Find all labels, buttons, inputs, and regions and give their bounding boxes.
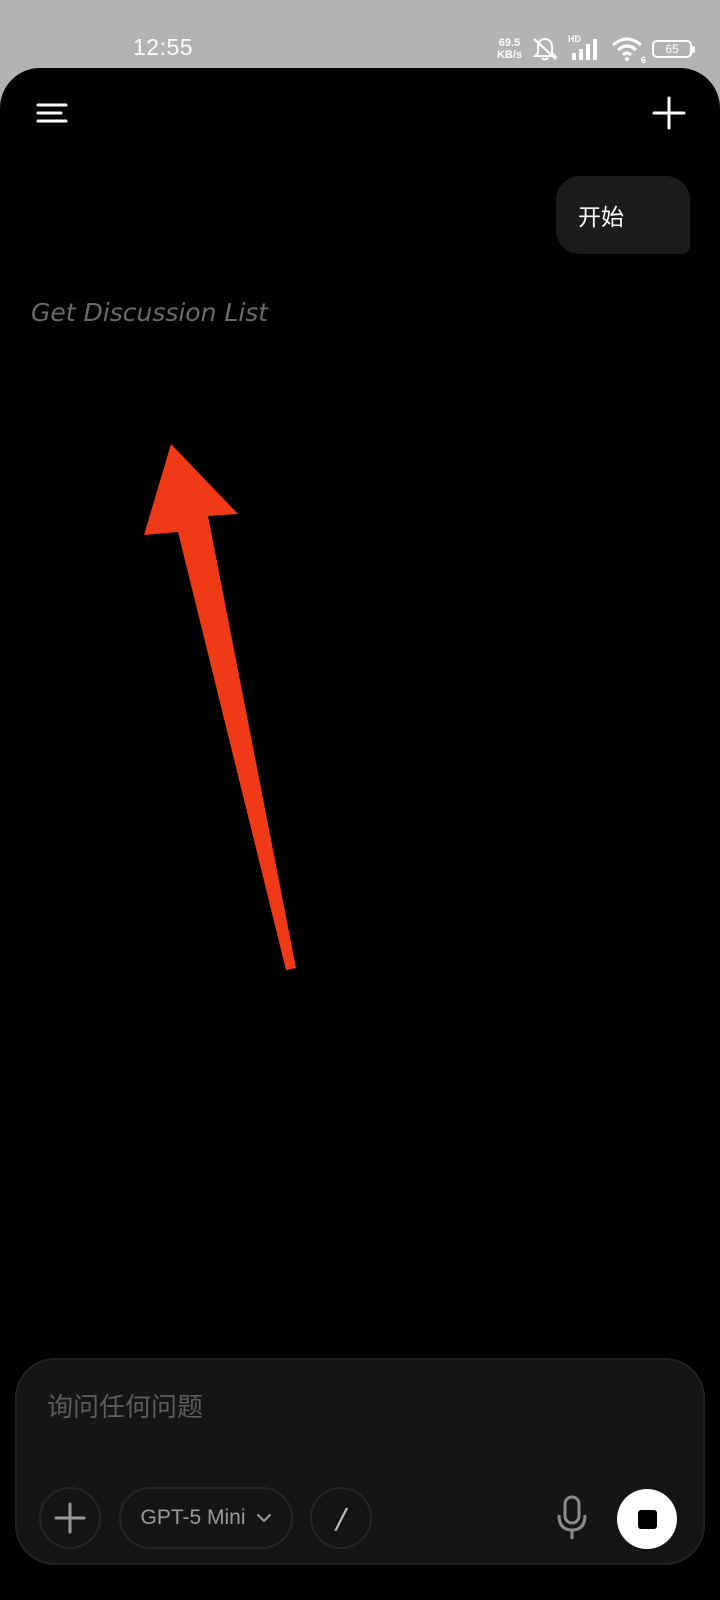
annotation-arrow-shape [144,444,296,970]
new-chat-button[interactable] [650,94,688,132]
microphone-button[interactable] [552,1493,592,1543]
assistant-status-text: Get Discussion List [31,298,269,327]
chat-screen: 开始 Get Discussion List GPT-5 Mini / [0,68,720,1600]
battery-icon: 65 [652,40,695,58]
user-message-bubble: 开始 [556,176,690,254]
attach-plus-icon [54,1502,86,1534]
plus-icon [652,96,686,130]
attach-button[interactable] [39,1487,101,1549]
wifi-indicator: 6 [611,36,646,65]
network-speed: 69.5 KB/s [497,37,522,61]
command-label: / [336,1501,346,1535]
network-speed-unit: KB/s [496,49,522,61]
network-speed-value: 69.5 [498,37,521,49]
user-message-text: 开始 [578,205,624,231]
menu-icon [36,103,68,123]
status-bar: 12:55 69.5 KB/s HD 6 65 [0,0,720,70]
stop-icon [637,1509,657,1529]
wifi-generation-label: 6 [640,55,646,65]
message-input[interactable] [45,1382,669,1434]
cell-signal: HD [568,34,602,62]
model-label: GPT-5 Mini [140,1506,246,1529]
model-selector[interactable]: GPT-5 Mini [119,1487,293,1549]
status-time: 12:55 [133,34,194,60]
status-icons: 69.5 KB/s HD 6 65 [497,34,695,65]
mute-bell-icon [532,37,558,61]
chevron-down-icon [256,1514,271,1522]
microphone-icon [557,1495,587,1539]
battery-level: 65 [665,42,679,56]
wifi-icon [612,37,642,62]
command-button[interactable]: / [310,1487,372,1549]
stop-button[interactable] [617,1489,677,1549]
menu-button[interactable] [34,100,70,130]
signal-icon [572,39,597,60]
message-composer: GPT-5 Mini / [15,1358,705,1565]
